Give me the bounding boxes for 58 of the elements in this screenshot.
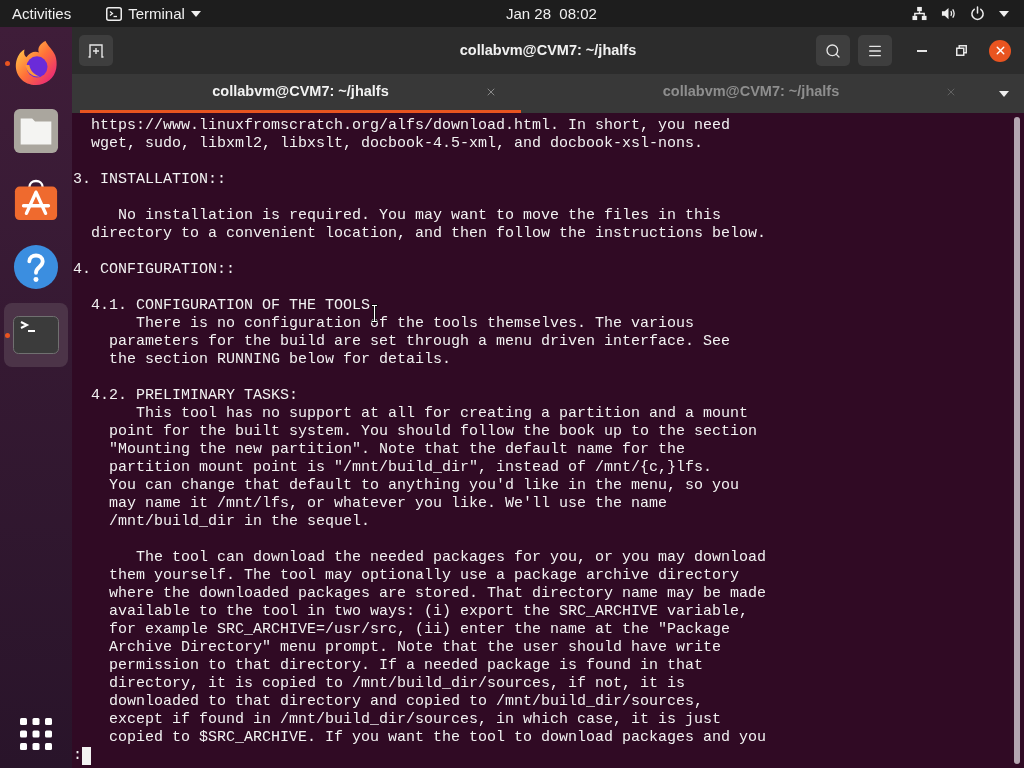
terminal-line: available to the tool in two ways: (i) export the SRC_ARCHIVE variable, <box>109 603 749 620</box>
terminal-line: copied to $SRC_ARCHIVE. If you want the tool to download packages and you <box>109 729 767 746</box>
terminal-line: 4.2. PRELIMINARY TASKS: <box>91 387 299 404</box>
terminal-line: permission to that directory. If a needed package is found in that <box>109 657 704 674</box>
clock[interactable]: Jan 28 08:02 <box>506 3 597 24</box>
terminal-line: partition mount point is "/mnt/build_dir", instead of /mnt/{c,}lfs. <box>109 459 713 476</box>
prompt-text: : <box>73 747 82 765</box>
terminal-line: except if found in /mnt/build_dir/sources, in which case, it is just <box>109 711 722 728</box>
terminal-line: You can change that default to anything you'd like in the menu, so you <box>109 477 740 494</box>
terminal-line: point for the built system. You should follow the book up to the section <box>109 423 758 440</box>
app-menu-button[interactable]: Terminal <box>106 3 201 24</box>
close-icon[interactable] <box>485 86 497 98</box>
terminal-line: https://www.linuxfromscratch.org/alfs/download.html. In short, you need <box>91 117 731 134</box>
tab-plus-icon <box>88 43 104 58</box>
terminal-line: 4. CONFIGURATION:: <box>73 261 236 278</box>
close-button[interactable] <box>989 39 1011 62</box>
caret-down-icon <box>999 90 1009 97</box>
system-menu-button[interactable] <box>912 6 1009 21</box>
terminal-line: No installation is required. You may want to move the files in this <box>118 207 722 224</box>
search-button[interactable] <box>816 35 850 66</box>
terminal-icon <box>13 316 59 354</box>
menu-button[interactable] <box>858 35 892 66</box>
terminal-line: "Mounting the new partition". Note that the default name for the <box>109 441 686 458</box>
terminal-line: The tool can download the needed packages for you, or you may download <box>136 549 767 566</box>
terminal-line: This tool has no support at all for creating a partition and a mount <box>136 405 749 422</box>
restore-icon <box>955 45 967 56</box>
activities-button[interactable]: Activities <box>12 3 72 24</box>
app-grid-icon <box>20 718 52 750</box>
terminal-line: parameters for the build are set through a menu driven interface. See <box>109 333 731 350</box>
scrollbar[interactable] <box>1014 117 1020 764</box>
power-icon <box>970 6 985 21</box>
terminal-line: /mnt/build_dir in the sequel. <box>109 513 371 530</box>
new-tab-button[interactable] <box>79 35 113 66</box>
terminal-line: where the downloaded packages are stored. That directory name may be made <box>109 585 767 602</box>
terminal-line: 3. INSTALLATION:: <box>73 171 227 188</box>
terminal-line: for example SRC_ARCHIVE=/usr/src, (ii) enter the name at the "Package <box>109 621 731 638</box>
minimize-icon <box>917 49 927 52</box>
terminal-line: them yourself. The tool may optionally use a package archive directory <box>109 567 740 584</box>
terminal-line: 4.1. CONFIGURATION OF THE TOOLS <box>91 297 371 314</box>
terminal-line: directory to a convenient location, and then follow the instructions below. <box>91 225 767 242</box>
folder-icon <box>13 108 59 154</box>
question-mark-icon <box>13 244 59 290</box>
terminal-line: directory, it is copied to /mnt/build_dir/sources, if not, it is <box>109 675 686 692</box>
tab[interactable]: collabvm@CVM7: ~/jhalfs <box>521 74 981 113</box>
terminal-line: may name it /mnt/lfs, or whatever you like. We'll use the name <box>109 495 668 512</box>
block-cursor-icon <box>82 747 91 765</box>
terminal-icon <box>106 6 123 21</box>
window-title: collabvm@CVM7: ~/jhalfs <box>459 40 637 60</box>
swirl-globe-icon <box>13 40 59 86</box>
caret-down-icon <box>190 10 201 17</box>
network-icon <box>912 6 927 21</box>
speaker-icon <box>941 6 956 21</box>
caret-down-icon <box>999 10 1009 17</box>
terminal-line: downloaded to that directory and copied to /mnt/build_dir/sources, <box>109 693 704 710</box>
terminal-line: the section RUNNING below for details. <box>109 351 452 368</box>
terminal-line: wget, sudo, libxml2, libxslt, docbook-4.5-xml, and docbook-xsl-nons. <box>91 135 704 152</box>
search-icon <box>825 42 841 59</box>
terminal-line: Archive Directory" menu prompt. Note that the user should have write <box>109 639 722 656</box>
